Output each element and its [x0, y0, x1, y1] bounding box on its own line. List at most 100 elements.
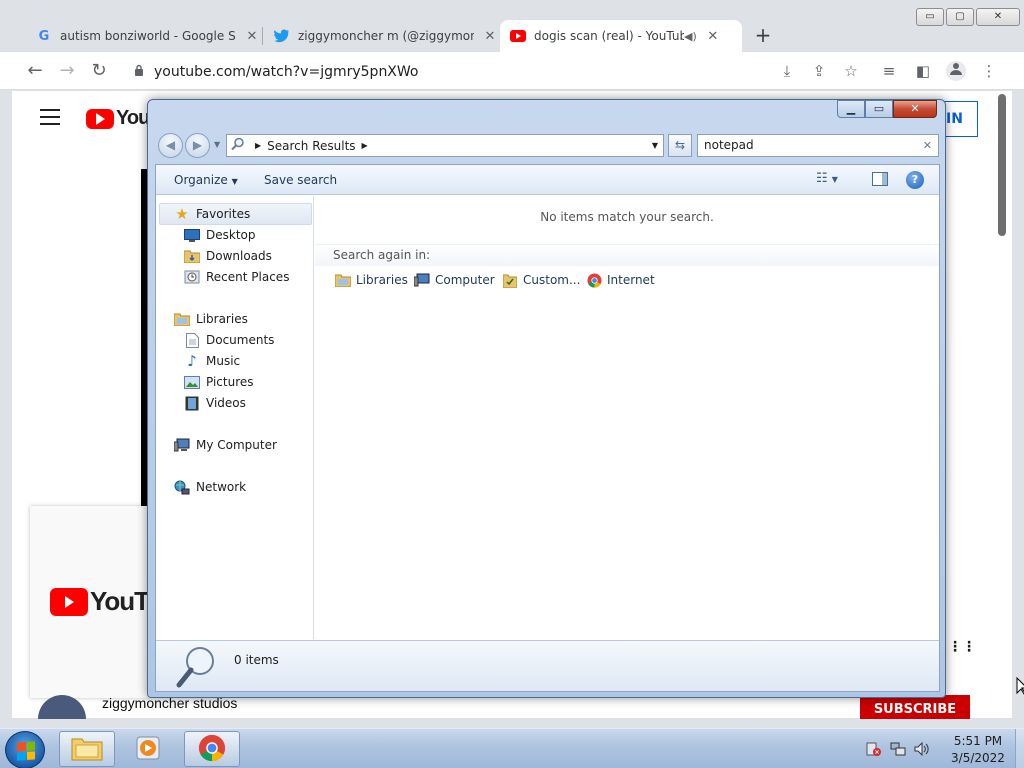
back-arrow-icon[interactable]: ◀ — [158, 133, 183, 158]
change-view-icon[interactable]: ☷ ▼ — [816, 171, 838, 186]
volume-icon[interactable] — [914, 741, 930, 757]
navigation-pane[interactable]: ★ Favorites Desktop Downloads Recent Pla… — [156, 196, 314, 639]
nav-pictures[interactable]: Pictures — [184, 372, 254, 392]
search-in-custom-button[interactable]: Custom... — [502, 270, 580, 290]
profile-avatar-icon[interactable] — [946, 61, 966, 81]
close-icon[interactable]: ✕ — [482, 29, 498, 44]
clock-date[interactable]: 3/5/2022 — [948, 751, 1008, 765]
close-button[interactable]: ✕ — [893, 100, 937, 118]
share-icon[interactable]: ⇪ — [810, 62, 828, 80]
item-count: 0 items — [234, 653, 279, 667]
scrollbar-thumb[interactable] — [998, 94, 1006, 236]
breadcrumb-search-results[interactable]: Search Results — [267, 139, 355, 153]
close-button[interactable]: ✕ — [976, 8, 1020, 26]
recent-places-icon — [184, 269, 200, 285]
nav-recent-places[interactable]: Recent Places — [184, 267, 289, 287]
bookmark-star-icon[interactable]: ☆ — [842, 62, 860, 80]
maximize-button[interactable]: ▢ — [946, 8, 974, 26]
chevron-down-icon: ▼ — [231, 177, 238, 186]
chrome-icon — [198, 734, 226, 765]
tab-twitter[interactable]: ziggymoncher m (@ziggymoncher) ✕ — [264, 20, 508, 52]
close-icon[interactable]: ✕ — [244, 29, 260, 44]
lock-icon[interactable] — [134, 64, 144, 79]
search-in-libraries-button[interactable]: Libraries — [335, 270, 408, 290]
videos-icon — [184, 395, 200, 411]
nav-downloads[interactable]: Downloads — [184, 246, 272, 266]
tab-title: ziggymoncher m (@ziggymoncher) — [298, 29, 474, 43]
history-dropdown-icon[interactable]: ▼ — [214, 140, 220, 149]
nav-music[interactable]: ♪ Music — [184, 351, 240, 371]
breadcrumb-arrow-icon[interactable]: ▶ — [255, 141, 261, 150]
no-results-message: No items match your search. — [540, 210, 714, 224]
taskbar-media-player[interactable] — [121, 731, 177, 767]
media-control-icon[interactable]: ≡ — [880, 62, 898, 80]
refresh-icon[interactable]: ⇆ — [668, 134, 692, 157]
forward-arrow-icon[interactable]: → — [56, 60, 78, 82]
youtube-end-card[interactable]: YouTube — [30, 506, 191, 698]
nav-desktop[interactable]: Desktop — [184, 225, 256, 245]
folder-icon — [71, 735, 103, 764]
clock-time[interactable]: 5:51 PM — [952, 734, 1004, 748]
google-icon: G — [38, 28, 50, 44]
minimize-button[interactable]: ▭ — [916, 8, 944, 26]
more-options-icon[interactable]: ⋮⋮ — [948, 639, 976, 655]
chevron-down-icon[interactable]: ▼ — [647, 135, 663, 156]
taskbar-chrome[interactable] — [184, 731, 240, 767]
new-tab-button[interactable]: + — [752, 24, 774, 46]
search-in-internet-button[interactable]: Internet — [586, 270, 655, 290]
help-icon[interactable]: ? — [906, 171, 924, 189]
mouse-cursor-icon — [1016, 676, 1024, 698]
channel-avatar[interactable] — [38, 695, 86, 719]
search-again-label: Search again in: — [333, 248, 431, 262]
nav-documents[interactable]: Documents — [184, 330, 274, 350]
side-panel-icon[interactable]: ◧ — [914, 62, 932, 80]
tab-youtube[interactable]: dogis scan (real) - YouTube ◀) ✕ — [500, 20, 742, 52]
preview-pane-icon[interactable] — [872, 172, 888, 186]
pictures-icon — [184, 374, 200, 390]
tab-google-search[interactable]: G autism bonziworld - Google Search ✕ — [26, 20, 270, 52]
reload-icon[interactable]: ↻ — [88, 60, 110, 82]
breadcrumb-arrow-icon[interactable]: ▶ — [362, 141, 368, 150]
nav-favorites[interactable]: ★ Favorites — [174, 204, 250, 224]
hamburger-menu-icon[interactable] — [40, 109, 60, 125]
sign-in-button[interactable]: IN — [942, 101, 978, 137]
audio-playing-icon[interactable]: ◀) — [684, 30, 697, 43]
results-pane[interactable]: No items match your search. Search again… — [315, 196, 939, 639]
show-desktop-button[interactable] — [1015, 729, 1024, 768]
back-arrow-icon[interactable]: ← — [24, 60, 46, 82]
close-icon[interactable]: ✕ — [705, 29, 721, 44]
desktop-icon — [184, 227, 200, 243]
youtube-icon — [510, 28, 526, 44]
address-bar[interactable]: youtube.com/watch?v=jgmry5pnXWo — [122, 58, 870, 85]
nav-videos[interactable]: Videos — [184, 393, 246, 413]
address-bar[interactable]: ▶ Search Results ▶ ▼ — [226, 134, 664, 157]
tab-strip: G autism bonziworld - Google Search ✕ zi… — [0, 0, 1024, 52]
clear-search-icon[interactable]: ✕ — [923, 135, 932, 156]
menu-dots-icon[interactable]: ⋮ — [980, 62, 998, 80]
youtube-play-icon — [86, 108, 114, 129]
windows-logo-icon — [17, 741, 35, 761]
nav-network[interactable]: Network — [174, 477, 246, 497]
save-search-button[interactable]: Save search — [264, 173, 337, 187]
organize-button[interactable]: Organize ▼ — [174, 173, 238, 187]
music-note-icon: ♪ — [187, 352, 197, 370]
libraries-icon — [174, 311, 190, 327]
search-input[interactable]: notepad ✕ — [697, 134, 939, 157]
start-button[interactable] — [5, 731, 45, 768]
toolbar: ← → ↻ youtube.com/watch?v=jgmry5pnXWo ⤓ … — [0, 52, 1024, 90]
maximize-button[interactable]: ▭ — [865, 100, 893, 118]
custom-folder-icon — [502, 272, 518, 288]
minimize-button[interactable]: ▁ — [837, 100, 865, 118]
media-player-icon — [135, 735, 163, 764]
nav-my-computer[interactable]: My Computer — [174, 435, 277, 455]
nav-libraries[interactable]: Libraries — [174, 309, 248, 329]
subscribe-button[interactable]: SUBSCRIBE — [860, 695, 970, 719]
page-scrollbar[interactable] — [996, 92, 1008, 718]
network-status-icon[interactable] — [890, 742, 906, 756]
youtube-play-icon — [50, 587, 88, 616]
search-in-computer-button[interactable]: Computer — [414, 270, 495, 290]
install-icon[interactable]: ⤓ — [778, 62, 796, 80]
forward-arrow-icon[interactable]: ▶ — [185, 133, 210, 158]
action-center-icon[interactable] — [866, 742, 882, 756]
taskbar-explorer[interactable] — [59, 731, 115, 767]
